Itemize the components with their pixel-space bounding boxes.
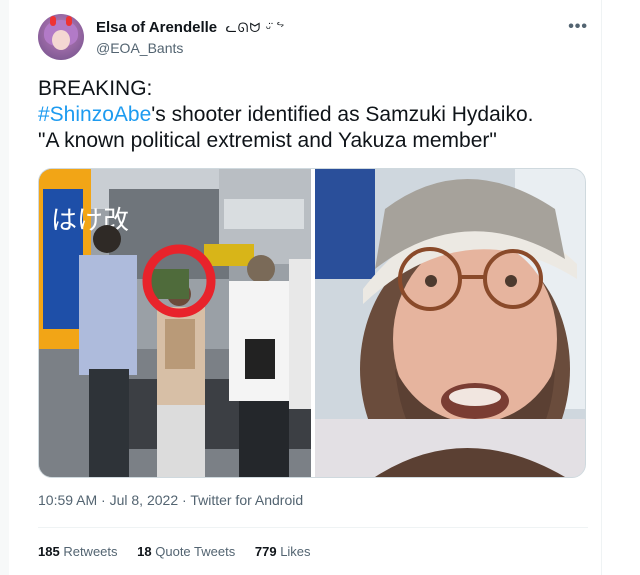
media-image-crowd[interactable]: はけ改 bbox=[39, 169, 311, 477]
tweet-stats: 185 Retweets 18 Quote Tweets 779 Likes bbox=[38, 544, 327, 559]
left-edge bbox=[0, 0, 9, 575]
tweet-time[interactable]: 10:59 AM bbox=[38, 492, 97, 508]
tweet-media: はけ改 bbox=[38, 168, 586, 478]
likes-label: Likes bbox=[280, 544, 311, 559]
avatar[interactable] bbox=[38, 14, 84, 60]
media-image-selfie[interactable] bbox=[315, 169, 585, 477]
divider bbox=[38, 527, 588, 528]
tweet-line-2-text: 's shooter identified as Samzuki Hydaiko… bbox=[151, 103, 534, 126]
user-handle[interactable]: @EOA_Bants bbox=[96, 38, 285, 58]
meta-separator: · bbox=[178, 492, 191, 508]
retweets-label: Retweets bbox=[63, 544, 118, 559]
quotes-count: 18 bbox=[137, 544, 152, 559]
tweet-date[interactable]: Jul 8, 2022 bbox=[110, 492, 179, 508]
more-options-icon[interactable]: ••• bbox=[568, 18, 588, 36]
display-name[interactable]: Elsa of Arendelle bbox=[96, 19, 217, 36]
retweets-stat[interactable]: 185 Retweets bbox=[38, 544, 118, 559]
hashtag-link[interactable]: #ShinzoAbe bbox=[38, 103, 151, 126]
tweet-client[interactable]: Twitter for Android bbox=[190, 492, 303, 508]
likes-count: 779 bbox=[254, 544, 277, 559]
user-names: Elsa of Arendelle ᓚᘏᗢ ᵕ̈ ᖦ @EOA_Bants bbox=[96, 18, 285, 58]
tweet-header: Elsa of Arendelle ᓚᘏᗢ ᵕ̈ ᖦ @EOA_Bants ••… bbox=[38, 14, 588, 62]
tweet-line-3: "A known political extremist and Yakuza … bbox=[38, 129, 497, 152]
selfie-photo bbox=[315, 169, 585, 477]
name-emoji: ᓚᘏᗢ ᵕ̈ ᖦ bbox=[225, 20, 286, 35]
right-sidebar-edge bbox=[601, 0, 640, 575]
quotes-stat[interactable]: 18 Quote Tweets bbox=[137, 544, 235, 559]
tweet-text: BREAKING: #ShinzoAbe's shooter identifie… bbox=[38, 76, 588, 154]
quotes-label: Quote Tweets bbox=[155, 544, 236, 559]
crowd-photo: はけ改 bbox=[39, 169, 311, 477]
tweet-line-1: BREAKING: bbox=[38, 77, 153, 100]
tweet-card: Elsa of Arendelle ᓚᘏᗢ ᵕ̈ ᖦ @EOA_Bants ••… bbox=[24, 0, 602, 575]
likes-stat[interactable]: 779 Likes bbox=[255, 544, 311, 559]
retweets-count: 185 bbox=[38, 544, 60, 559]
tweet-meta: 10:59 AM · Jul 8, 2022 · Twitter for And… bbox=[38, 492, 303, 508]
tweet-line-2: #ShinzoAbe's shooter identified as Samzu… bbox=[38, 102, 588, 128]
meta-separator: · bbox=[97, 492, 110, 508]
